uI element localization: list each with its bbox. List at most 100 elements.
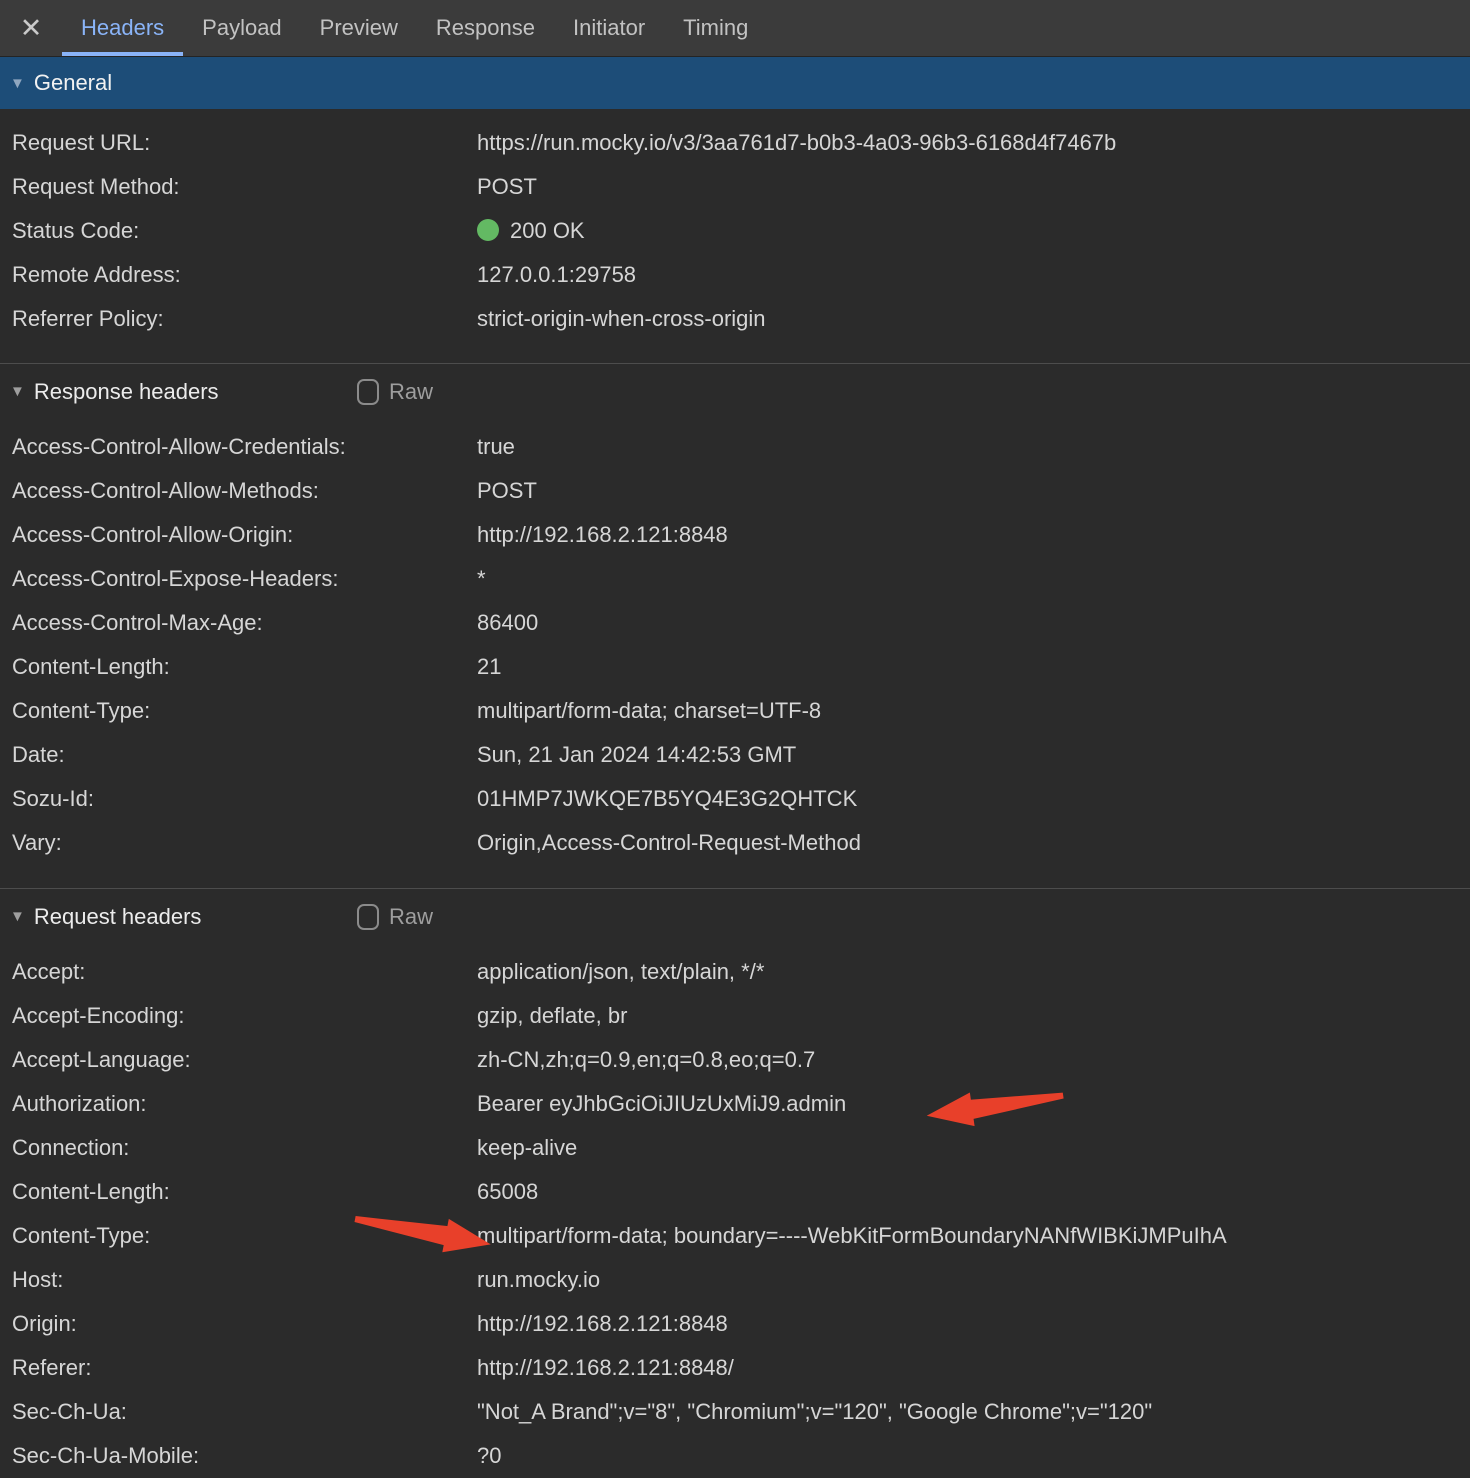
header-row: Content-Length:21 (0, 645, 1470, 689)
header-row: Access-Control-Allow-Methods:POST (0, 469, 1470, 513)
header-value: http://192.168.2.121:8848/ (477, 1355, 1470, 1381)
tab-headers[interactable]: Headers (62, 0, 183, 56)
header-name: Authorization: (12, 1091, 477, 1117)
header-value: http://192.168.2.121:8848 (477, 1311, 1470, 1337)
header-name: Sec-Ch-Ua: (12, 1399, 477, 1425)
tab-initiator[interactable]: Initiator (554, 0, 664, 56)
section-general-header[interactable]: ▼ General (0, 57, 1470, 109)
header-value: multipart/form-data; boundary=----WebKit… (477, 1223, 1470, 1249)
tab-payload-label: Payload (202, 15, 282, 41)
network-detail-tabbar: ✕ Headers Payload Preview Response Initi… (0, 0, 1470, 57)
header-name: Request Method: (12, 174, 477, 200)
collapse-triangle-icon: ▼ (10, 384, 25, 399)
header-name: Referrer Policy: (12, 306, 477, 332)
tab-timing-label: Timing (683, 15, 748, 41)
section-gap (0, 341, 1470, 363)
header-value: run.mocky.io (477, 1267, 1470, 1293)
header-value: * (477, 566, 1470, 592)
section-request-headers-header[interactable]: ▼ Request headers Raw (0, 888, 1470, 944)
collapse-triangle-icon: ▼ (10, 76, 25, 91)
header-row: Sozu-Id:01HMP7JWKQE7B5YQ4E3G2QHTCK (0, 777, 1470, 821)
section-response-headers-header[interactable]: ▼ Response headers Raw (0, 363, 1470, 419)
header-name: Access-Control-Allow-Methods: (12, 478, 477, 504)
tab-headers-label: Headers (81, 15, 164, 41)
header-row: Request Method:POST (0, 165, 1470, 209)
header-row: Access-Control-Max-Age:86400 (0, 601, 1470, 645)
close-icon: ✕ (20, 13, 43, 44)
header-value: 200 OK (477, 218, 1470, 244)
header-row: Sec-Ch-Ua-Mobile:?0 (0, 1434, 1470, 1478)
header-value: 01HMP7JWKQE7B5YQ4E3G2QHTCK (477, 786, 1470, 812)
header-row: Vary:Origin,Access-Control-Request-Metho… (0, 821, 1470, 865)
section-request-headers-title: Request headers (34, 904, 202, 930)
header-name: Content-Length: (12, 654, 477, 680)
raw-checkbox-label: Raw (389, 904, 433, 930)
header-row: Authorization:Bearer eyJhbGciOiJIUzUxMiJ… (0, 1082, 1470, 1126)
raw-checkbox[interactable] (357, 904, 379, 930)
header-row: Host:run.mocky.io (0, 1258, 1470, 1302)
header-value: ?0 (477, 1443, 1470, 1469)
header-name: Referer: (12, 1355, 477, 1381)
header-value: Sun, 21 Jan 2024 14:42:53 GMT (477, 742, 1470, 768)
header-value: POST (477, 478, 1470, 504)
header-value: 65008 (477, 1179, 1470, 1205)
header-value: 86400 (477, 610, 1470, 636)
header-row: Access-Control-Allow-Credentials:true (0, 425, 1470, 469)
tab-preview-label: Preview (320, 15, 398, 41)
header-row: Remote Address:127.0.0.1:29758 (0, 253, 1470, 297)
header-row: Access-Control-Allow-Origin:http://192.1… (0, 513, 1470, 557)
header-name: Sec-Ch-Ua-Mobile: (12, 1443, 477, 1469)
header-name: Access-Control-Expose-Headers: (12, 566, 477, 592)
header-name: Sozu-Id: (12, 786, 477, 812)
header-row: Content-Type:multipart/form-data; charse… (0, 689, 1470, 733)
header-name: Request URL: (12, 130, 477, 156)
header-name: Vary: (12, 830, 477, 856)
header-name: Content-Type: (12, 698, 477, 724)
header-value: multipart/form-data; charset=UTF-8 (477, 698, 1470, 724)
collapse-triangle-icon: ▼ (10, 909, 25, 924)
header-name: Accept-Language: (12, 1047, 477, 1073)
close-button[interactable]: ✕ (0, 0, 62, 56)
header-value: "Not_A Brand";v="8", "Chromium";v="120",… (477, 1399, 1470, 1425)
section-response-headers: ▼ Response headers Raw Access-Control-Al… (0, 363, 1470, 865)
header-name: Origin: (12, 1311, 477, 1337)
header-name: Accept-Encoding: (12, 1003, 477, 1029)
header-name: Connection: (12, 1135, 477, 1161)
section-general: ▼ General Request URL:https://run.mocky.… (0, 57, 1470, 341)
header-row: Content-Length:65008 (0, 1170, 1470, 1214)
header-value: http://192.168.2.121:8848 (477, 522, 1470, 548)
header-value: zh-CN,zh;q=0.9,en;q=0.8,eo;q=0.7 (477, 1047, 1470, 1073)
header-value: Origin,Access-Control-Request-Method (477, 830, 1470, 856)
header-value: POST (477, 174, 1470, 200)
header-row: Origin:http://192.168.2.121:8848 (0, 1302, 1470, 1346)
header-row: Request URL:https://run.mocky.io/v3/3aa7… (0, 121, 1470, 165)
header-value: true (477, 434, 1470, 460)
header-row: Sec-Ch-Ua:"Not_A Brand";v="8", "Chromium… (0, 1390, 1470, 1434)
raw-checkbox[interactable] (357, 379, 379, 405)
header-row: Access-Control-Expose-Headers:* (0, 557, 1470, 601)
header-value: 127.0.0.1:29758 (477, 262, 1470, 288)
header-value: 21 (477, 654, 1470, 680)
header-name: Access-Control-Allow-Origin: (12, 522, 477, 548)
header-name: Access-Control-Max-Age: (12, 610, 477, 636)
section-general-title: General (34, 70, 112, 96)
header-row: Accept-Language:zh-CN,zh;q=0.9,en;q=0.8,… (0, 1038, 1470, 1082)
header-row: Accept-Encoding:gzip, deflate, br (0, 994, 1470, 1038)
tab-timing[interactable]: Timing (664, 0, 767, 56)
header-name: Remote Address: (12, 262, 477, 288)
header-name: Content-Type: (12, 1223, 477, 1249)
header-value: gzip, deflate, br (477, 1003, 1470, 1029)
header-value: strict-origin-when-cross-origin (477, 306, 1470, 332)
status-dot-icon (477, 219, 499, 241)
header-row: Status Code:200 OK (0, 209, 1470, 253)
tab-preview[interactable]: Preview (301, 0, 417, 56)
section-gap (0, 865, 1470, 888)
section-request-headers: ▼ Request headers Raw Accept:application… (0, 888, 1470, 1478)
section-response-headers-title: Response headers (34, 379, 219, 405)
header-row: Accept:application/json, text/plain, */* (0, 950, 1470, 994)
header-name: Access-Control-Allow-Credentials: (12, 434, 477, 460)
header-name: Accept: (12, 959, 477, 985)
raw-checkbox-label: Raw (389, 379, 433, 405)
tab-payload[interactable]: Payload (183, 0, 301, 56)
tab-response[interactable]: Response (417, 0, 554, 56)
